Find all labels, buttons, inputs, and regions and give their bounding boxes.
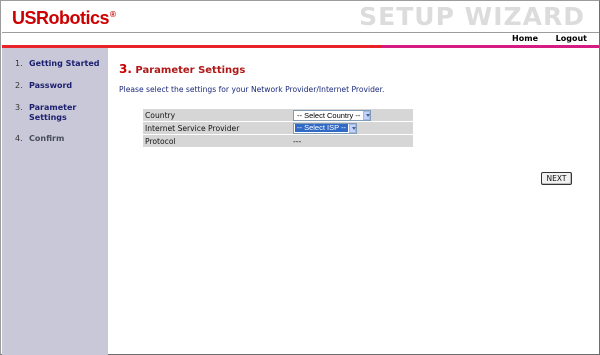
next-button[interactable]: NEXT [541,172,572,185]
table-row: Internet Service Provider -- Select ISP … [143,122,413,134]
isp-select[interactable]: -- Select ISP -- [293,122,357,134]
country-cell: -- Select Country -- [291,109,413,121]
country-select-value: -- Select Country -- [297,110,361,120]
parameter-table: Country -- Select Country -- Internet Se… [143,108,413,148]
steps-sidebar: 1. Getting Started 2. Password 3. Parame… [2,48,108,355]
main-content: 3. Parameter Settings Please select the … [109,48,599,355]
step-label: Password [29,81,73,90]
country-label: Country [143,109,291,121]
step-label: Getting Started [29,59,100,68]
protocol-label: Protocol [143,135,291,147]
protocol-value: --- [291,135,413,147]
usrobotics-logo: USRobotics® [12,8,116,29]
step-label: Confirm [29,134,65,143]
page-title-text: Parameter Settings [135,65,246,76]
chevron-down-icon[interactable] [363,110,370,120]
table-row: Protocol --- [143,135,413,147]
country-select[interactable]: -- Select Country -- [293,109,371,121]
chevron-down-icon[interactable] [349,123,356,133]
logout-link[interactable]: Logout [556,33,587,45]
step-number: 2. [15,81,23,90]
logo-text: USRobotics [12,8,110,28]
home-link[interactable]: Home [512,33,538,45]
instruction-text: Please select the settings for your Netw… [119,85,385,94]
table-row: Country -- Select Country -- [143,109,413,121]
header: USRobotics® SETUP WIZARD [2,2,599,32]
isp-cell: -- Select ISP -- [291,122,413,134]
isp-select-value: -- Select ISP -- [295,123,349,132]
step-number: 4. [15,134,23,143]
step-number: 3. [15,103,23,112]
trademark-mark: ® [110,10,116,19]
wizard-window: USRobotics® SETUP WIZARD Home Logout 1. … [0,0,600,355]
top-nav: Home Logout [2,32,599,45]
step-label: Parameter Settings [29,103,77,122]
page-title: 3. Parameter Settings [119,62,245,76]
wizard-title: SETUP WIZARD [359,2,585,31]
step-number: 1. [15,59,23,68]
isp-label: Internet Service Provider [143,122,291,134]
page-title-number: 3. [119,62,132,76]
